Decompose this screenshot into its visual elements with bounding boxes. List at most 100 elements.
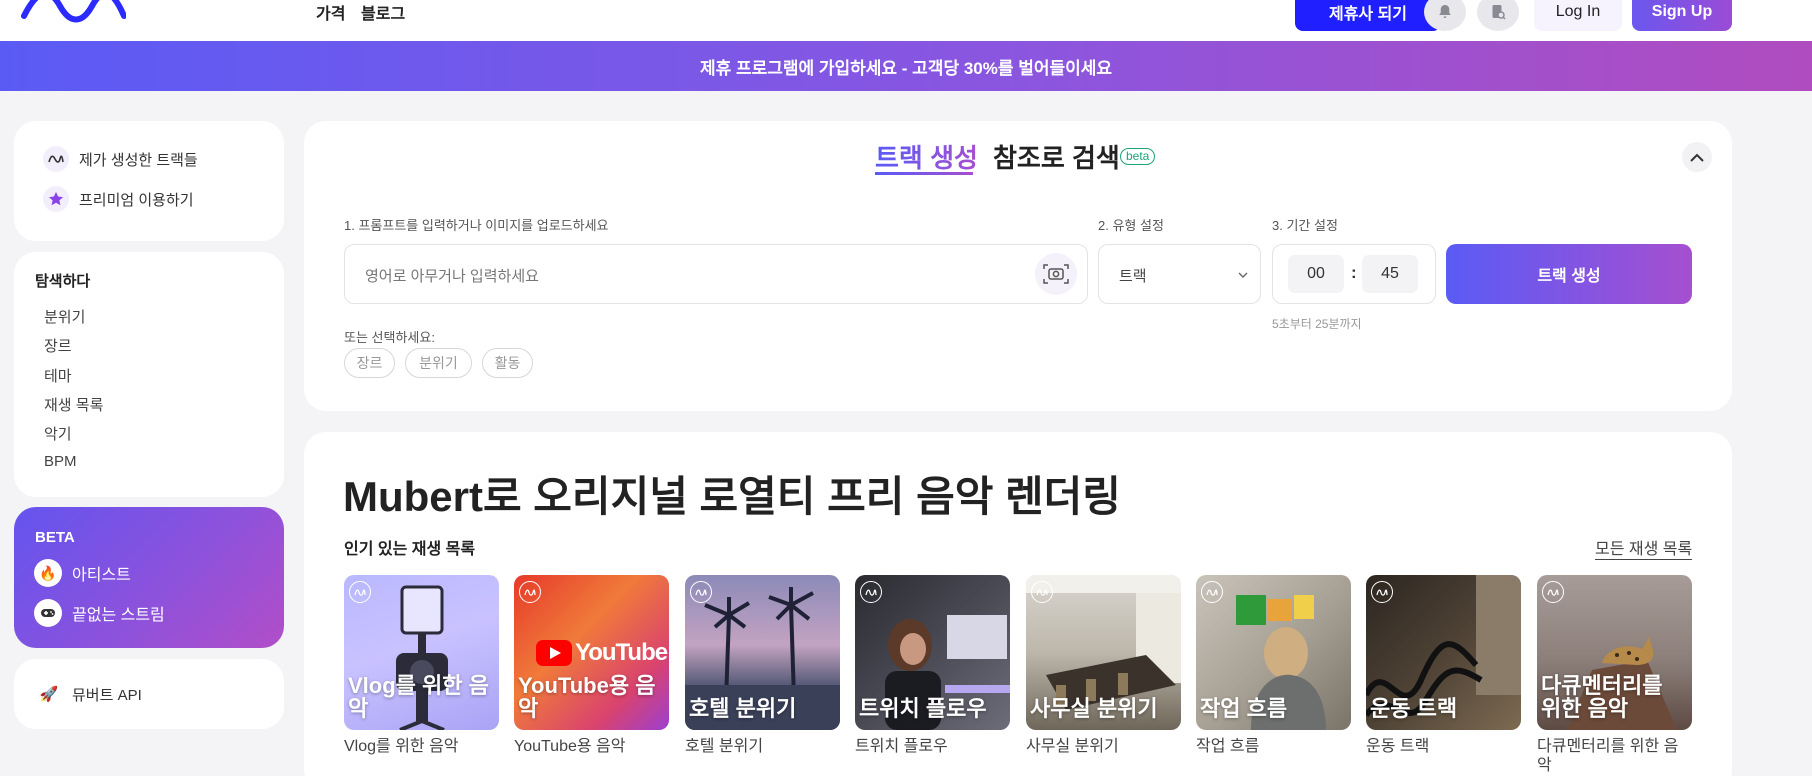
playlist-tile-title: 다큐멘터리를 위한 음악 [1541,672,1663,721]
sidebar-beta-card: BETA 🔥 아티스트 끝없는 스트림 [14,507,284,648]
playlist-tile-title: Vlog를 위한 음악 [348,672,489,721]
or-choose-label: 또는 선택하세요: [344,330,435,345]
playlist-tile-title: 운동 트랙 [1370,695,1458,721]
playlist-tile-title: 트위치 플로우 [859,695,987,721]
page-headline: Mubert로 오리지널 로열티 프리 음악 렌더링 [343,473,1121,520]
prompt-placeholder: 영어로 아무거나 입력하세요 [365,268,539,285]
playlist-caption[interactable]: 사무실 분위기 [1026,737,1186,756]
duration-separator: : [1351,263,1357,282]
image-upload-button[interactable] [1035,253,1077,295]
type-select-value: 트랙 [1119,268,1147,285]
camera-icon [1043,264,1069,284]
playlist-tile-title: 사무실 분위기 [1030,695,1158,721]
explore-title: 탐색하다 [35,273,91,290]
chip-genre[interactable]: 장르 [344,348,395,378]
playlist-caption[interactable]: 트위치 플로우 [855,737,1015,756]
sidebar-item-playlists[interactable]: 재생 목록 [44,394,103,415]
all-playlists-link[interactable]: 모든 재생 목록 [1595,535,1693,560]
mubert-small-logo-icon [1031,581,1053,603]
rocket-icon: 🚀 [36,681,62,707]
signup-button[interactable]: Sign Up [1632,0,1732,31]
generate-track-button[interactable]: 트랙 생성 [1446,244,1692,304]
gamepad-icon [34,599,62,627]
sidebar-item-mood[interactable]: 분위기 [44,306,85,327]
playlist-tile-workout[interactable]: 운동 트랙 [1366,575,1521,730]
playlist-tile-title: 작업 흐름 [1200,695,1288,721]
star-icon [43,186,69,212]
mubert-small-logo-icon [1542,581,1564,603]
playlist-tile-office[interactable]: 사무실 분위기 [1026,575,1181,730]
bell-icon[interactable] [1424,0,1466,31]
fire-icon: 🔥 [34,559,62,587]
become-partner-button[interactable]: 제휴사 되기 [1295,0,1441,31]
duration-minutes[interactable]: 00 [1288,255,1344,293]
mubert-small-logo-icon [349,581,371,603]
chip-activity[interactable]: 활동 [482,348,533,378]
youtube-logo-text: YouTube [575,639,668,666]
sidebar-item-label: 끝없는 스트림 [72,607,165,624]
tab-search-by-reference[interactable]: 참조로 검색 [993,138,1120,175]
mubert-small-logo-icon [690,581,712,603]
mubert-small-logo-icon [1371,581,1393,603]
playlist-caption[interactable]: YouTube용 음악 [514,737,674,756]
top-nav: 가격 블로그 제휴사 되기 Log In Sign Up [0,0,1812,41]
playlist-tile-title: YouTube용 음악 [518,672,656,721]
playlist-caption[interactable]: 운동 트랙 [1366,737,1526,756]
sidebar-item-theme[interactable]: 테마 [44,365,72,386]
step-duration-label: 3. 기간 설정 [1272,218,1338,233]
playlist-tile-documentary[interactable]: 다큐멘터리를 위한 음악 [1537,575,1692,730]
playlist-caption[interactable]: 호텔 분위기 [685,737,845,756]
mubert-small-logo-icon [1201,581,1223,603]
sidebar-item-label: 뮤버트 API [72,686,142,704]
playlist-tile-workflow[interactable]: 작업 흐름 [1196,575,1351,730]
mubert-small-logo-icon [860,581,882,603]
step-prompt-label: 1. 프롬프트를 입력하거나 이미지를 업로드하세요 [344,218,609,233]
duration-seconds[interactable]: 45 [1362,255,1418,293]
affiliate-banner[interactable]: 제휴 프로그램에 가입하세요 - 고객당 30%를 벌어들이세요 [0,41,1812,91]
wave-icon [43,146,69,172]
chip-mood[interactable]: 분위기 [405,348,472,378]
document-search-icon[interactable] [1477,0,1519,31]
active-tab-underline [875,172,973,175]
sidebar-item-bpm[interactable]: BPM [44,453,77,470]
sidebar-item-instruments[interactable]: 악기 [44,423,72,444]
sidebar-account-card: 제가 생성한 트랙들 프리미엄 이용하기 [14,121,284,241]
beta-title: BETA [35,529,75,546]
sidebar-item-genre[interactable]: 장르 [44,335,72,356]
nav-link-blog[interactable]: 블로그 [361,0,405,24]
collapse-button[interactable] [1682,142,1712,172]
playlist-tile-twitch[interactable]: 트위치 플로우 [855,575,1010,730]
sidebar-item-endless-stream[interactable]: 끝없는 스트림 [34,599,165,627]
generator-tabs-secondary: 참조로 검색 [993,138,1120,175]
youtube-play-icon [536,640,572,666]
mubert-small-logo-icon [519,581,541,603]
playlist-tile-vlog[interactable]: Vlog를 위한 음악 [344,575,499,730]
sidebar-item-premium[interactable]: 프리미엄 이용하기 [43,186,194,212]
beta-badge: beta [1120,148,1156,165]
playlist-caption[interactable]: Vlog를 위한 음악 [344,737,504,756]
sidebar-item-label: 아티스트 [72,567,131,584]
sidebar-item-artists[interactable]: 🔥 아티스트 [34,559,131,587]
nav-link-pricing[interactable]: 가격 [316,0,345,24]
tab-generate-track[interactable]: 트랙 생성 [875,138,978,175]
mubert-logo[interactable] [20,0,127,29]
playlist-caption[interactable]: 다큐멘터리를 위한 음악 [1537,737,1692,775]
playlist-caption[interactable]: 작업 흐름 [1196,737,1356,756]
playlist-tile-youtube[interactable]: YouTube YouTube용 음악 [514,575,669,730]
sidebar-api-card: 🚀 뮤버트 API [14,659,284,729]
sidebar-item-label: 제가 생성한 트랙들 [79,151,198,169]
type-select[interactable]: 트랙 [1098,244,1261,304]
sidebar-item-label: 프리미엄 이용하기 [79,191,194,209]
popular-playlists-label: 인기 있는 재생 목록 [344,541,476,558]
duration-hint: 5초부터 25분까지 [1272,317,1362,331]
playlist-tile-hotel[interactable]: 호텔 분위기 [685,575,840,730]
duration-input: 00 : 45 [1272,244,1436,304]
login-button[interactable]: Log In [1534,0,1622,31]
step-type-label: 2. 유형 설정 [1098,218,1164,233]
prompt-input[interactable]: 영어로 아무거나 입력하세요 [344,244,1088,304]
chevron-up-icon [1690,153,1704,162]
youtube-logo: YouTube [536,639,668,667]
sidebar-item-api[interactable]: 🚀 뮤버트 API [36,681,142,707]
chevron-down-icon [1238,272,1248,278]
sidebar-item-my-tracks[interactable]: 제가 생성한 트랙들 [43,146,198,172]
